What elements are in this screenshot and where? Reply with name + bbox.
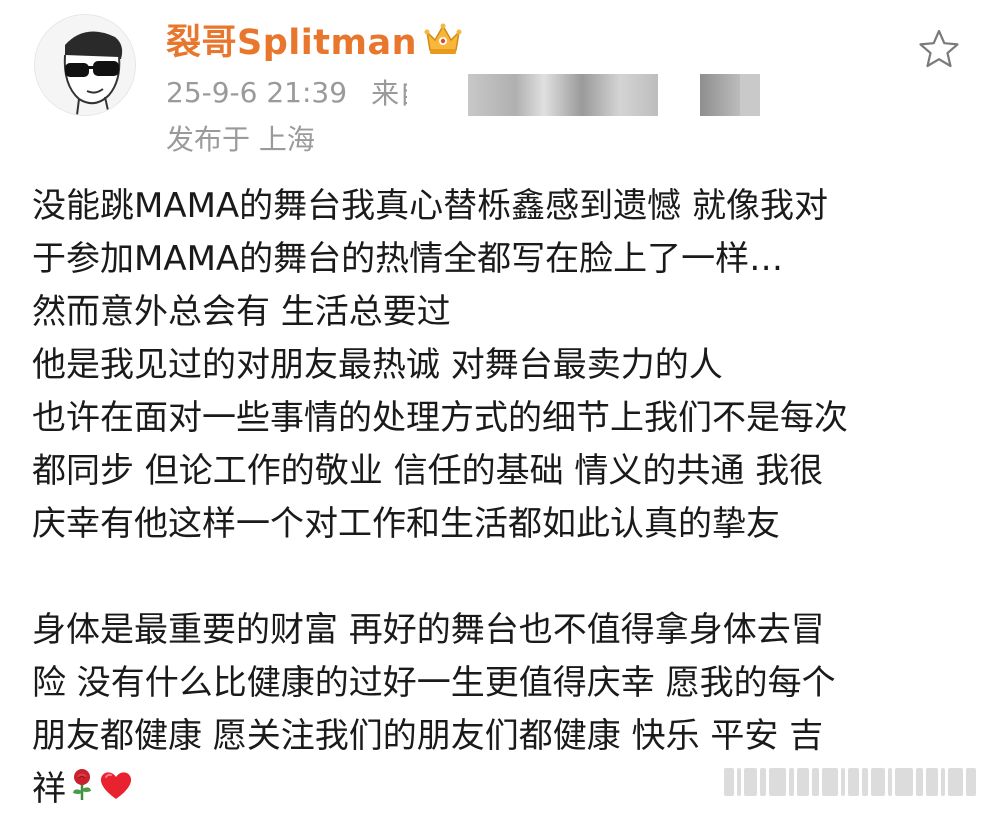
source-label: 来自 (371, 77, 407, 110)
redacted-source-tail (740, 74, 760, 116)
redacted-source (468, 74, 658, 116)
watermark (724, 762, 976, 802)
post-meta: 25-9-6 21:39 来自 (166, 72, 407, 112)
content-line: 朋友都健康 愿关注我们的朋友们都健康 快乐 平安 吉 (32, 716, 824, 756)
post-timestamp[interactable]: 25-9-6 21:39 (166, 76, 347, 109)
post-location: 发布于 上海 (166, 123, 315, 156)
content-line: 也许在面对一些事情的处理方式的细节上我们不是每次 (32, 398, 848, 438)
star-outline-icon[interactable] (916, 26, 962, 72)
rose-icon (68, 764, 96, 817)
crown-icon (423, 22, 463, 56)
content-line: 庆幸有他这样一个对工作和生活都如此认真的挚友 (32, 504, 780, 544)
content-line: 于参加MAMA的舞台的热情全都写在脸上了一样… (32, 239, 784, 279)
redacted-source-end (700, 74, 740, 116)
content-line: 他是我见过的对朋友最热诚 对舞台最卖力的人 (32, 345, 723, 385)
content-line: 险 没有什么比健康的过好一生更值得庆幸 愿我的每个 (32, 663, 836, 703)
post-content: 没能跳MAMA的舞台我真心替栎鑫感到遗憾 就像我对 于参加MAMA的舞台的热情全… (32, 180, 972, 816)
author-name[interactable]: 裂哥Splitman (166, 14, 417, 65)
content-line: 没能跳MAMA的舞台我真心替栎鑫感到遗憾 就像我对 (32, 186, 828, 226)
avatar[interactable] (34, 14, 136, 116)
content-line: 都同步 但论工作的敬业 信任的基础 情义的共通 我很 (32, 451, 824, 491)
avatar-illustration-icon (35, 15, 135, 115)
content-line: 然而意外总会有 生活总要过 (32, 292, 451, 332)
author-header: 裂哥Splitman (166, 14, 463, 65)
content-last-text: 祥 (32, 769, 66, 809)
heart-icon (98, 764, 134, 817)
content-line: 身体是最重要的财富 再好的舞台也不值得拿身体去冒 (32, 610, 825, 650)
